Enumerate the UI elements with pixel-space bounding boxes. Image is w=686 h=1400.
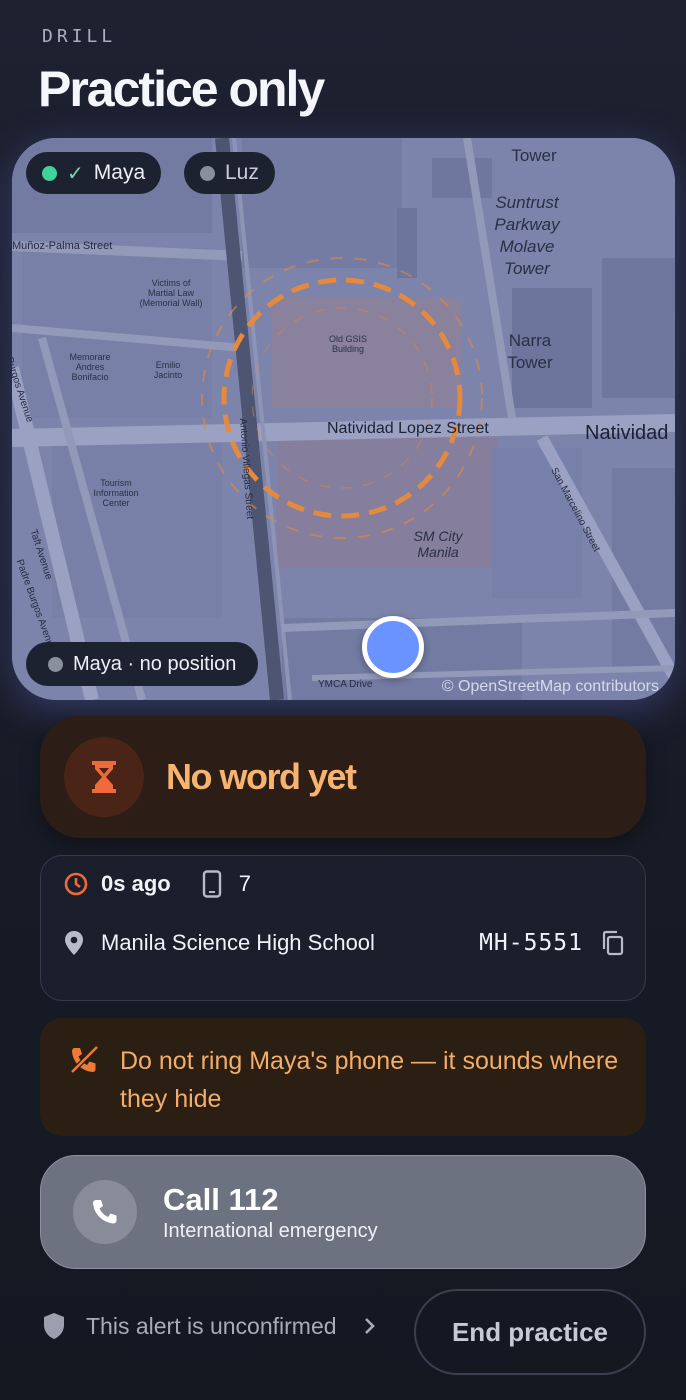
status-dot-green (42, 165, 57, 181)
map-label-poi1: Suntrust Parkway Molave Tower (494, 193, 560, 278)
map-label-poi2: Narra Tower (507, 331, 553, 372)
map-view[interactable]: Natividad Lopez Street Natividad Muñoz-P… (12, 138, 675, 700)
map-label-poi7: Emilio Jacinto (153, 360, 183, 380)
check-icon: ✓ (67, 162, 84, 185)
map-attribution[interactable]: © OpenStreetMap contributors (442, 678, 659, 696)
copy-icon[interactable] (601, 930, 625, 956)
map-label-poi5: Victims of Martial Law (Memorial Wall) (139, 278, 203, 308)
chip-luz-label: Luz (225, 161, 259, 184)
call-title: Call 112 (163, 1181, 279, 1217)
no-position-label: Maya · no position (73, 652, 237, 675)
phone-muted-icon (70, 1045, 99, 1074)
phone-icon (93, 1200, 117, 1224)
map-label-poi9: Tower (511, 146, 557, 165)
device-count: 7 (238, 871, 251, 896)
call-icon-wrap (73, 1180, 137, 1244)
map-label-poi6: Memorare Andres Bonifacio (69, 352, 111, 382)
unconfirmed-text: This alert is unconfirmed (86, 1312, 337, 1339)
unconfirmed-link[interactable]: This alert is unconfirmed (42, 1312, 377, 1340)
user-location-pin[interactable] (362, 616, 424, 678)
map-label-street2: Natividad (585, 422, 669, 444)
phone-device-icon (202, 870, 221, 898)
map-label-street3: Muñoz-Palma Street (12, 240, 113, 252)
time-ago: 0s ago (101, 871, 171, 896)
clock-icon (64, 872, 88, 896)
warning-text: Do not ring Maya's phone — it sounds whe… (120, 1047, 619, 1113)
status-icon-wrap (64, 737, 144, 817)
drill-eyebrow: DRILL (42, 26, 117, 47)
map-label-street9: YMCA Drive (318, 679, 373, 690)
shield-icon (44, 1313, 64, 1339)
location-code: MH-5551 (479, 930, 583, 956)
call-subtitle: International emergency (163, 1219, 378, 1242)
chevron-right-icon (364, 1318, 375, 1334)
page-title: Practice only (38, 61, 325, 117)
map-label-street1: Natividad Lopez Street (327, 420, 489, 437)
call-text: Call 112 International emergency (163, 1182, 378, 1243)
location-pin-icon (65, 931, 83, 955)
status-dot-grey (200, 165, 215, 181)
chip-luz[interactable]: Luz (184, 152, 275, 194)
chip-no-position[interactable]: Maya · no position (26, 642, 259, 686)
map-label-poi4: Old GSIS Building (328, 334, 367, 354)
map-tiles (12, 138, 675, 700)
map-label-poi3: SM City Manila (413, 528, 463, 560)
hourglass-icon (92, 761, 116, 793)
info-row-location: Manila Science High School MH-5551 (63, 930, 625, 956)
call-emergency-button[interactable]: Call 112 International emergency (40, 1155, 646, 1269)
info-row-time: 0s ago 7 (63, 870, 251, 898)
status-dot-grey (48, 656, 63, 672)
status-card: No word yet (40, 716, 646, 838)
info-card: 0s ago 7 Manila Science High School MH-5… (40, 855, 646, 1001)
end-practice-button[interactable]: End practice (414, 1289, 646, 1375)
warning-banner: Do not ring Maya's phone — it sounds whe… (40, 1018, 646, 1136)
status-text: No word yet (166, 756, 357, 797)
map-label-poi8: Tourism Information Center (93, 478, 139, 508)
chip-maya[interactable]: ✓ Maya (26, 152, 162, 194)
location-name: Manila Science High School (101, 930, 375, 955)
chip-maya-label: Maya (93, 161, 146, 184)
